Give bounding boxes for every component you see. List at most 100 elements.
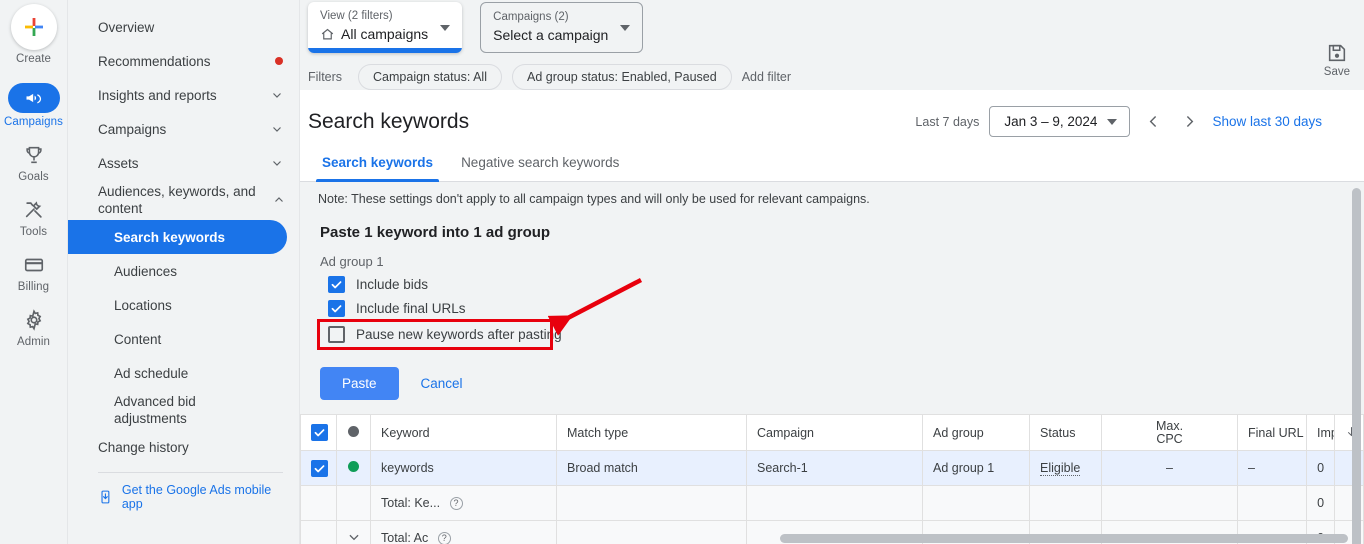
option-label-pause-new-keywords: Pause new keywords after pasting (356, 327, 562, 342)
filters-bar: Filters Campaign status: All Ad group st… (300, 53, 1364, 90)
help-icon[interactable]: ? (437, 532, 451, 544)
sidebar-item-assets[interactable]: Assets (68, 146, 299, 180)
option-pause-new-keywords[interactable]: Pause new keywords after pasting (300, 317, 1364, 343)
paste-button[interactable]: Paste (320, 367, 399, 400)
total-account-label: Total: Ac (381, 530, 429, 544)
sidebar-item-campaigns[interactable]: Campaigns (68, 112, 299, 146)
chevron-down-icon (273, 161, 281, 166)
sidebar-nav: Overview Recommendations Insights and re… (68, 0, 300, 544)
sidebar-item-advanced-bid-adjustments[interactable]: Advanced bid adjustments (68, 390, 299, 430)
cell-ad-group[interactable]: Ad group 1 (922, 450, 1031, 486)
cell-keyword: keywords (369, 450, 558, 486)
cell-final-url: – (1237, 450, 1308, 486)
megaphone-icon (7, 83, 60, 113)
previous-period-button[interactable] (1140, 109, 1166, 135)
filter-chip-ad-group-status[interactable]: Ad group status: Enabled, Paused (511, 64, 732, 90)
row-expand-cell[interactable] (336, 520, 371, 544)
checkbox-include-final-urls[interactable] (328, 300, 345, 317)
date-range-picker[interactable]: Jan 3 – 9, 2024 (989, 106, 1131, 137)
cancel-button[interactable]: Cancel (421, 376, 463, 391)
sidebar-item-recommendations[interactable]: Recommendations (68, 44, 299, 78)
sidebar-label-assets: Assets (98, 155, 139, 171)
check-icon (314, 429, 325, 437)
panel-actions: Paste Cancel (300, 343, 1364, 400)
chevron-down-icon (620, 24, 631, 31)
vertical-scrollbar[interactable] (1352, 188, 1361, 544)
campaign-selector[interactable]: Campaigns (2) Select a campaign (480, 2, 644, 53)
cell-keyword: Total: Ke... ? (369, 485, 558, 521)
view-selector-active-bar (308, 48, 463, 53)
checkbox-pause-new-keywords[interactable] (328, 326, 345, 343)
sidebar-item-change-history[interactable]: Change history (68, 430, 299, 464)
cell-max-cpc (1101, 485, 1239, 521)
status-dot-icon (348, 425, 359, 437)
rail-item-create[interactable]: Create (0, 4, 68, 65)
checkbox-select-all[interactable] (311, 424, 328, 441)
sidebar-item-locations[interactable]: Locations (68, 288, 299, 322)
sidebar-item-search-keywords[interactable]: Search keywords (68, 220, 287, 254)
rail-item-goals[interactable]: Goals (0, 142, 68, 183)
chevron-down-icon (273, 93, 281, 98)
header-max-cpc[interactable]: Max. CPC (1101, 414, 1239, 451)
add-filter-button[interactable]: Add filter (742, 70, 791, 84)
cell-ad-group (922, 485, 1031, 521)
chevron-left-icon (1149, 116, 1157, 127)
tab-bar: Search keywords Negative search keywords (300, 137, 1364, 182)
filter-chip-campaign-status[interactable]: Campaign status: All (358, 64, 502, 90)
mobile-app-link[interactable]: Get the Google Ads mobile app (68, 479, 299, 515)
rail-item-tools[interactable]: Tools (0, 197, 68, 238)
show-last-30-days-link[interactable]: Show last 30 days (1212, 114, 1322, 129)
sidebar-item-audiences[interactable]: Audiences (68, 254, 299, 288)
rail-label-campaigns: Campaigns (3, 116, 64, 128)
keywords-table: Keyword Match type Campaign Ad group Sta… (300, 414, 1364, 544)
icon-rail: Create Campaigns Goals Tools Billing Adm… (0, 0, 68, 544)
chevron-down-icon (440, 24, 451, 31)
cell-impr: 0 (1306, 485, 1336, 521)
header-impr[interactable]: Impr. (1306, 414, 1336, 451)
rail-item-campaigns[interactable]: Campaigns (0, 83, 68, 128)
header-campaign[interactable]: Campaign (746, 414, 924, 451)
checkbox-include-bids[interactable] (328, 276, 345, 293)
header-keyword[interactable]: Keyword (369, 414, 558, 451)
status-text: Eligible (1040, 461, 1081, 476)
header-select-all-cell[interactable] (300, 414, 337, 451)
sidebar-item-content[interactable]: Content (68, 322, 299, 356)
save-button[interactable]: Save (1324, 42, 1350, 78)
header-status[interactable]: Status (1029, 414, 1103, 451)
cell-campaign[interactable]: Search-1 (746, 450, 924, 486)
tab-negative-search-keywords[interactable]: Negative search keywords (447, 149, 633, 181)
sidebar-item-insights-and-reports[interactable]: Insights and reports (68, 78, 299, 112)
view-selector[interactable]: View (2 filters) All campaigns (308, 2, 463, 53)
rail-item-billing[interactable]: Billing (0, 252, 68, 293)
header-ad-group[interactable]: Ad group (922, 414, 1031, 451)
sidebar-label-overview: Overview (98, 19, 155, 35)
row-select-cell[interactable] (300, 450, 337, 486)
view-selector-caption: View (2 filters) (320, 10, 393, 22)
sidebar-label-audiences: Audiences (114, 263, 178, 279)
horizontal-scrollbar[interactable] (780, 534, 1348, 543)
option-include-final-urls[interactable]: Include final URLs (300, 293, 1364, 317)
next-period-button[interactable] (1176, 109, 1202, 135)
cell-max-cpc: – (1101, 450, 1239, 486)
google-ads-app: Create Campaigns Goals Tools Billing Adm… (0, 0, 1364, 544)
rail-label-admin: Admin (16, 336, 51, 348)
filters-label: Filters (308, 70, 343, 84)
sidebar-item-audiences-keywords-and-content[interactable]: Audiences, keywords, and content (68, 180, 299, 220)
help-icon[interactable]: ? (449, 497, 463, 511)
checkbox-row-select[interactable] (311, 459, 328, 477)
header-match-type[interactable]: Match type (556, 414, 748, 451)
chevron-down-icon[interactable] (347, 530, 361, 544)
credit-card-icon (21, 252, 47, 278)
sidebar-item-overview[interactable]: Overview (68, 10, 299, 44)
sidebar-item-ad-schedule[interactable]: Ad schedule (68, 356, 299, 390)
sidebar-label-change-history: Change history (98, 439, 189, 455)
option-include-bids[interactable]: Include bids (300, 269, 1364, 293)
tab-search-keywords[interactable]: Search keywords (308, 149, 447, 182)
header-final-url[interactable]: Final URL (1237, 414, 1308, 451)
settings-note: Note: These settings don't apply to all … (318, 192, 870, 206)
sidebar-label-advanced-bid-adjustments: Advanced bid adjustments (114, 394, 196, 426)
row-select-cell (300, 485, 337, 521)
table-row[interactable]: keywords Broad match Search-1 Ad group 1… (300, 450, 1364, 486)
rail-item-admin[interactable]: Admin (0, 307, 68, 348)
selector-group: View (2 filters) All campaigns Campaigns… (300, 0, 1364, 53)
